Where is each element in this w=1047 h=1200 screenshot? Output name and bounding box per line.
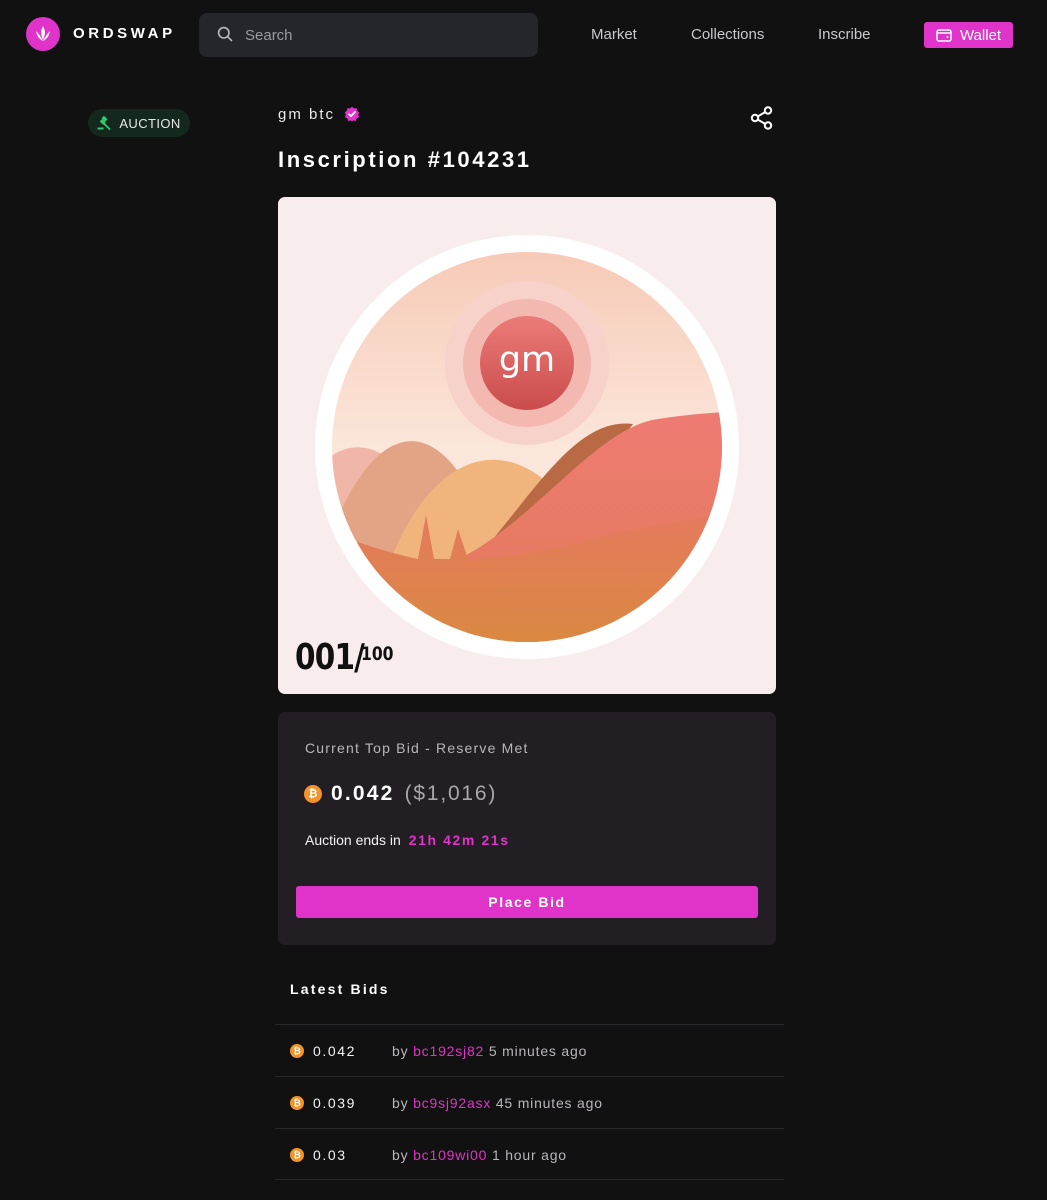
bid-amount: 0.042	[313, 1043, 357, 1059]
artwork-gm-text: gm	[498, 340, 556, 380]
bid-meta: by bc109wi00 1 hour ago	[392, 1147, 567, 1163]
wallet-label: Wallet	[959, 26, 1002, 44]
nav-inscribe[interactable]: Inscribe	[818, 26, 871, 43]
inscription-artwork[interactable]: gm 001/ 100	[278, 197, 776, 694]
bid-card: Current Top Bid - Reserve Met ₿ 0.042 ($…	[278, 712, 776, 945]
ordswap-logo-icon[interactable]	[26, 17, 60, 51]
bid-row: ₿ 0.03 by bc109wi00 1 hour ago	[275, 1128, 784, 1180]
top-bid-price: ₿ 0.042 ($1,016)	[304, 782, 497, 806]
bitcoin-icon: ₿	[304, 785, 322, 803]
bitcoin-icon: ₿	[290, 1148, 304, 1162]
top-bid-usd: ($1,016)	[404, 782, 498, 805]
by-label: by	[392, 1043, 409, 1059]
latest-bids-list: ₿ 0.042 by bc192sj82 5 minutes ago ₿ 0.0…	[275, 1024, 784, 1180]
auction-end-label: Auction ends in	[305, 832, 401, 848]
auction-countdown: 21h 42m 21s	[408, 832, 510, 848]
search-input[interactable]	[245, 13, 525, 57]
search-icon	[217, 26, 233, 42]
nav-collections[interactable]: Collections	[691, 26, 764, 43]
gavel-icon	[97, 116, 111, 130]
bid-time: 5 minutes ago	[488, 1043, 588, 1059]
bid-row: ₿ 0.039 by bc9sj92asx 45 minutes ago	[275, 1076, 784, 1128]
bid-time: 1 hour ago	[491, 1147, 567, 1163]
bitcoin-icon: ₿	[290, 1096, 304, 1110]
bid-amount: 0.039	[313, 1095, 357, 1111]
top-bid-amount: 0.042	[331, 782, 395, 805]
bidder-address-link[interactable]: bc109wi00	[413, 1147, 487, 1163]
place-bid-button[interactable]: Place Bid	[296, 886, 758, 918]
brand-name[interactable]: ORDSWAP	[73, 25, 176, 42]
search-bar[interactable]	[199, 13, 538, 57]
bid-time: 45 minutes ago	[495, 1095, 603, 1111]
bid-amount: 0.03	[313, 1147, 347, 1163]
by-label: by	[392, 1147, 409, 1163]
inscription-title: Inscription #104231	[278, 147, 532, 172]
by-label: by	[392, 1095, 409, 1111]
auction-badge-label: AUCTION	[119, 115, 181, 131]
bidder-address-link[interactable]: bc9sj92asx	[413, 1095, 491, 1111]
auction-end-row: Auction ends in 21h 42m 21s	[305, 832, 510, 848]
bidder-address-link[interactable]: bc192sj82	[413, 1043, 484, 1059]
collection-name[interactable]: gm btc	[278, 106, 335, 123]
top-navbar: ORDSWAP Market Collections Inscribe Wall…	[0, 0, 1047, 70]
wallet-icon	[936, 29, 952, 42]
edition-number: 001/ 100	[295, 637, 401, 678]
top-bid-label: Current Top Bid - Reserve Met	[305, 740, 529, 756]
bid-row: ₿ 0.042 by bc192sj82 5 minutes ago	[275, 1024, 784, 1076]
auction-badge: AUCTION	[88, 109, 190, 137]
bid-meta: by bc9sj92asx 45 minutes ago	[392, 1095, 603, 1111]
bitcoin-icon: ₿	[290, 1044, 304, 1058]
artwork-illustration	[315, 235, 739, 659]
latest-bids-title: Latest Bids	[290, 981, 390, 997]
verified-badge-icon	[344, 106, 360, 122]
nav-market[interactable]: Market	[591, 26, 637, 43]
collection-row: gm btc	[278, 105, 360, 123]
edition-current: 001/	[295, 637, 365, 678]
wallet-button[interactable]: Wallet	[924, 22, 1013, 48]
edition-total: 100	[361, 643, 394, 665]
share-icon[interactable]	[749, 105, 775, 131]
bid-meta: by bc192sj82 5 minutes ago	[392, 1043, 587, 1059]
